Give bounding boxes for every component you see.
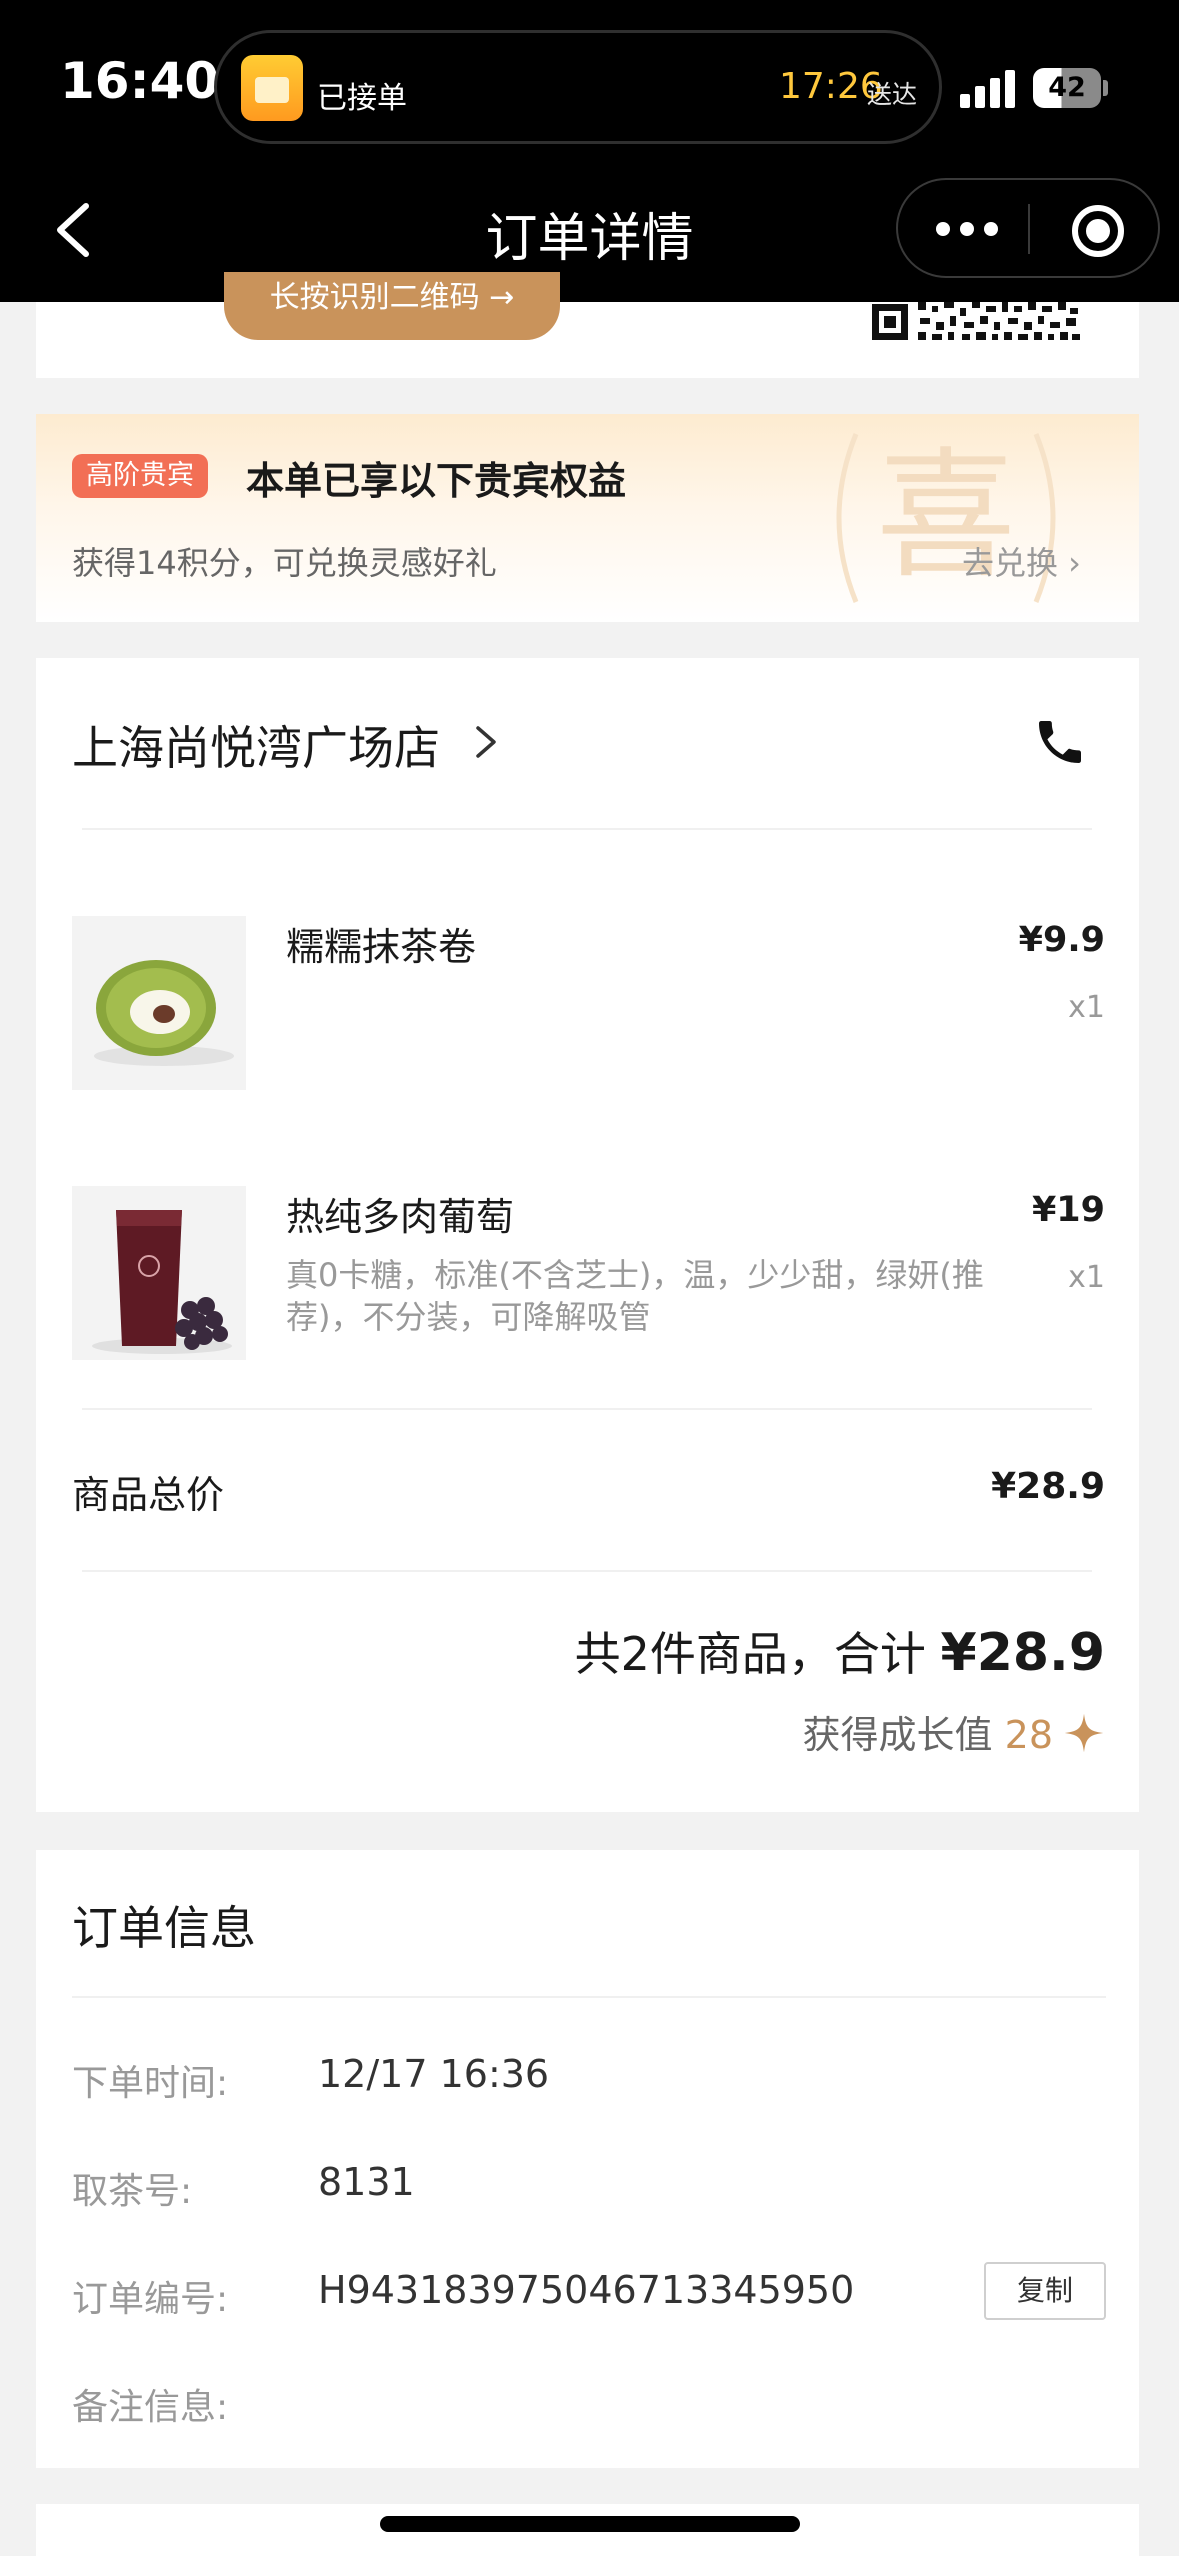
growth-value: 28 (1004, 1713, 1053, 1757)
item-price: ¥19 (1031, 1190, 1105, 1230)
xi-watermark-icon: 喜 (836, 433, 1056, 603)
order-total: 共2件商品，合计 ¥28.9 (575, 1618, 1105, 1684)
chevron-right-icon (476, 726, 496, 758)
divider (72, 1996, 1106, 1998)
item-quantity: x1 (1068, 1260, 1105, 1295)
call-store-button[interactable] (1032, 714, 1088, 770)
subtotal-value: ¥28.9 (991, 1466, 1105, 1507)
redeem-link[interactable]: 去兑换 › (962, 538, 1081, 584)
order-time-value: 12/17 16:36 (318, 2052, 550, 2096)
battery-nub (1103, 80, 1108, 96)
item-spec: 真0卡糖，标准(不含芝士)，温，少少甜，绿妍(推荐)，不分装，可降解吸管 (286, 1256, 984, 1336)
pickup-number-value: 8131 (318, 2160, 415, 2204)
status-time: 16:40 (60, 52, 220, 110)
qr-code-card: 长按识别二维码 → (36, 272, 1139, 378)
product-image-grape-tea[interactable] (72, 1186, 246, 1360)
order-number-value: H943183975046713345950 (318, 2268, 855, 2312)
copy-order-number-button[interactable]: 复制 (984, 2262, 1106, 2320)
more-button[interactable] (912, 190, 1022, 268)
capsule-divider (1028, 204, 1030, 254)
order-items-card: 上海尚悦湾广场店 糯糯抹茶卷 ¥9.9 x1 热纯多肉葡萄 真0卡糖，标准(不含… (36, 658, 1139, 1812)
item-name: 热纯多肉葡萄 (286, 1195, 515, 1239)
eta-suffix: 送达 (867, 80, 918, 109)
home-indicator[interactable] (380, 2516, 800, 2532)
vip-benefits-title: 本单已享以下贵宾权益 (246, 459, 627, 503)
growth-label: 获得成长值 (802, 1713, 1005, 1757)
total-prefix: 共2件商品，合计 (574, 1627, 941, 1681)
store-name-link[interactable]: 上海尚悦湾广场店 (72, 712, 440, 778)
order-status-text: 已接单 (317, 81, 407, 116)
growth-points: 获得成长值 28 (803, 1704, 1105, 1759)
total-value: ¥28.9 (940, 1623, 1105, 1683)
remarks-label: 备注信息: (72, 2387, 229, 2428)
vip-benefits-card: 喜 高阶贵宾 本单已享以下贵宾权益 获得14积分，可兑换灵感好礼 去兑换 › (36, 414, 1139, 622)
item-price: ¥9.9 (1018, 920, 1105, 960)
product-image-matcha-roll[interactable] (72, 916, 246, 1090)
order-info-card: 订单信息 下单时间: 12/17 16:36 取茶号: 8131 订单编号: H… (36, 1850, 1139, 2468)
vip-level-badge: 高阶贵宾 (72, 454, 208, 498)
divider (82, 1408, 1092, 1410)
cellular-signal-icon (960, 68, 1016, 108)
item-name: 糯糯抹茶卷 (286, 925, 477, 969)
close-mini-program-button[interactable] (1046, 190, 1146, 268)
item-quantity: x1 (1068, 990, 1105, 1025)
sparkle-icon (1064, 1713, 1104, 1753)
qr-code-image (872, 302, 1080, 340)
order-time-label: 下单时间: (72, 2063, 229, 2104)
battery-icon: 42 (1033, 68, 1101, 108)
vip-points-text: 获得14积分，可兑换灵感好礼 (72, 544, 497, 582)
subtotal-label: 商品总价 (72, 1473, 225, 1517)
app-icon (241, 55, 303, 121)
divider (82, 828, 1092, 830)
mini-program-capsule (896, 178, 1160, 278)
pickup-number-label: 取茶号: (72, 2171, 193, 2212)
order-info-title: 订单信息 (72, 1901, 256, 1955)
phone-icon (1039, 721, 1081, 763)
dynamic-island-order-status[interactable]: 已接单 17:26 送达 (214, 30, 942, 144)
scan-qr-button[interactable]: 长按识别二维码 → (224, 272, 560, 340)
order-number-label: 订单编号: (72, 2279, 229, 2320)
divider (82, 1570, 1092, 1572)
top-bar: 16:40 已接单 17:26 送达 42 订单详情 (0, 0, 1179, 302)
